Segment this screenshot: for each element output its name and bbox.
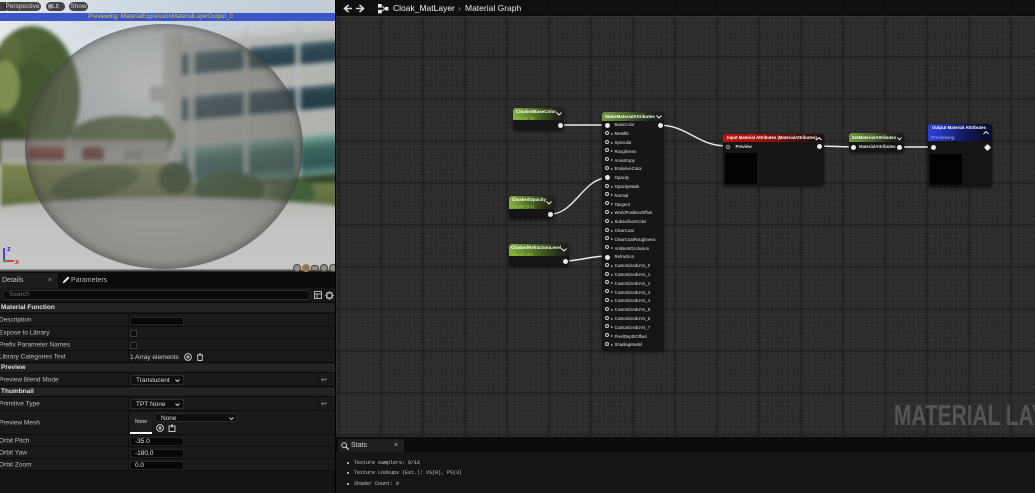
svg-text:x: x <box>15 259 19 266</box>
svg-text:z: z <box>7 246 11 253</box>
